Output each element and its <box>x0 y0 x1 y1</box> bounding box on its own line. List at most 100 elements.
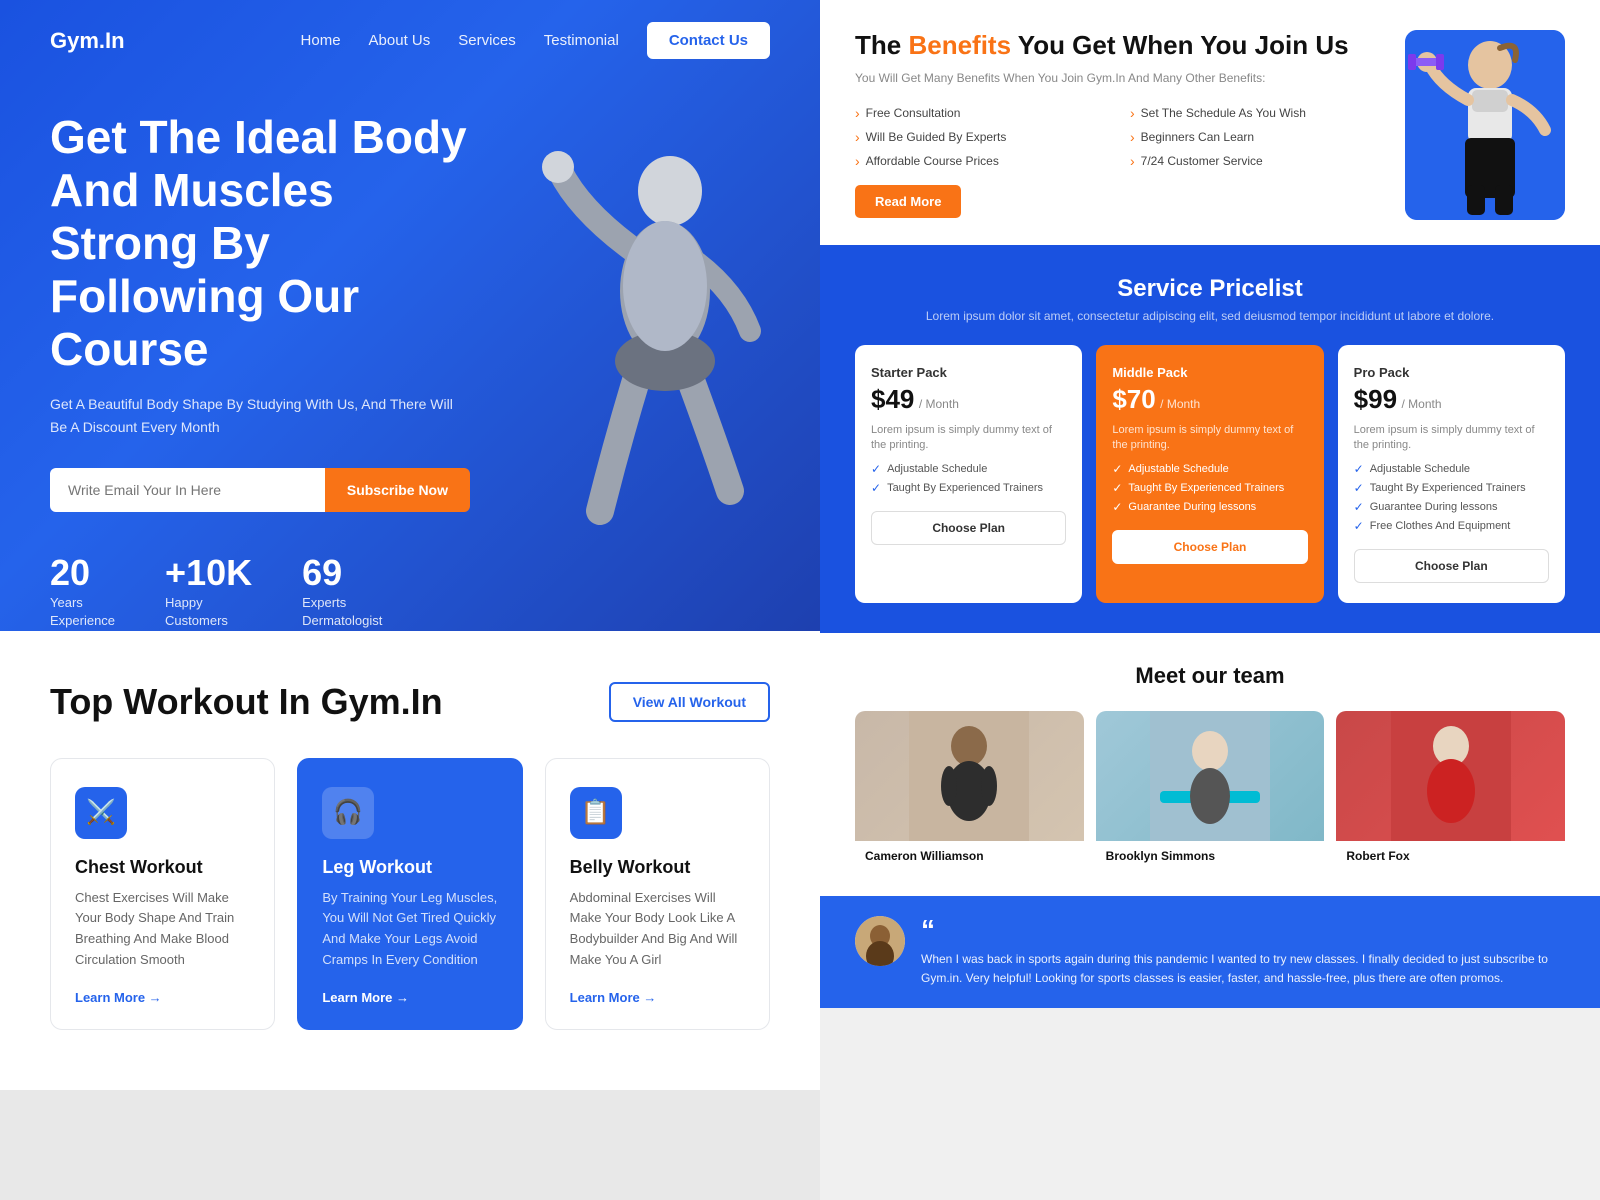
benefits-highlight: Benefits <box>908 30 1011 60</box>
workout-card-chest: ⚔️ Chest Workout Chest Exercises Will Ma… <box>50 758 275 1030</box>
stat-years-number: 20 <box>50 552 115 594</box>
belly-icon: 📋 <box>581 798 611 827</box>
middle-choose-plan-button[interactable]: Choose Plan <box>1112 530 1307 564</box>
pro-feature-1: ✓Adjustable Schedule <box>1354 462 1549 476</box>
site-logo: Gym.In <box>50 28 125 54</box>
nav-contact-button[interactable]: Contact Us <box>647 22 770 59</box>
middle-features: ✓Adjustable Schedule ✓Taught By Experien… <box>1112 462 1307 514</box>
pro-check-1: ✓ <box>1354 462 1364 476</box>
testimonial-text: When I was back in sports again during t… <box>921 950 1565 988</box>
benefits-title: The Benefits You Get When You Join Us <box>855 30 1385 61</box>
pricing-section: Service Pricelist Lorem ipsum dolor sit … <box>820 245 1600 633</box>
stat-experts: 69 ExpertsDermatologist <box>302 552 382 630</box>
robert-photo <box>1336 711 1565 841</box>
middle-check-2: ✓ <box>1112 481 1122 495</box>
benefit-label-6: 7/24 Customer Service <box>1141 154 1263 168</box>
view-all-workout-button[interactable]: View All Workout <box>609 682 770 722</box>
pro-check-3: ✓ <box>1354 500 1364 514</box>
price-card-starter: Starter Pack $49 / Month Lorem ipsum is … <box>855 345 1082 603</box>
nav-about[interactable]: About Us <box>369 32 431 49</box>
check-icon-3: › <box>855 129 860 145</box>
hero-stats: 20 YearsExperience +10K HappyCustomers 6… <box>50 552 470 630</box>
benefits-image <box>1405 30 1565 220</box>
workout-card-leg: 🎧 Leg Workout By Training Your Leg Muscl… <box>297 758 522 1030</box>
benefit-label-2: Set The Schedule As You Wish <box>1141 106 1306 120</box>
pro-choose-plan-button[interactable]: Choose Plan <box>1354 549 1549 583</box>
leg-workout-title: Leg Workout <box>322 857 497 878</box>
middle-check-3: ✓ <box>1112 500 1122 514</box>
team-card-robert: Robert Fox <box>1336 711 1565 871</box>
benefit-label-5: Affordable Course Prices <box>866 154 999 168</box>
hero-title: Get The Ideal Body And Muscles Strong By… <box>50 111 470 375</box>
subscribe-button[interactable]: Subscribe Now <box>325 468 470 512</box>
stat-customers-label: HappyCustomers <box>165 594 252 630</box>
middle-price-row: $70 / Month <box>1112 384 1307 415</box>
email-input[interactable] <box>50 468 325 512</box>
pro-price-amount: $99 <box>1354 384 1397 414</box>
benefit-4: › Beginners Can Learn <box>1130 129 1385 145</box>
leg-learn-more[interactable]: Learn More → <box>322 990 409 1005</box>
workout-cards: ⚔️ Chest Workout Chest Exercises Will Ma… <box>50 758 770 1030</box>
middle-check-1: ✓ <box>1112 462 1122 476</box>
stat-years: 20 YearsExperience <box>50 552 115 630</box>
starter-feature-2: ✓Taught By Experienced Trainers <box>871 481 1066 495</box>
benefit-label-3: Will Be Guided By Experts <box>866 130 1007 144</box>
pro-feature-2: ✓Taught By Experienced Trainers <box>1354 481 1549 495</box>
pro-features: ✓Adjustable Schedule ✓Taught By Experien… <box>1354 462 1549 533</box>
nav-home[interactable]: Home <box>301 32 341 49</box>
stat-years-label: YearsExperience <box>50 594 115 630</box>
check-icon-5: › <box>855 153 860 169</box>
check-icon-4: › <box>1130 129 1135 145</box>
starter-check-1: ✓ <box>871 462 881 476</box>
starter-price-amount: $49 <box>871 384 914 414</box>
check-icon-1: › <box>855 105 860 121</box>
hero-email-form: Subscribe Now <box>50 468 470 512</box>
pro-check-2: ✓ <box>1354 481 1364 495</box>
starter-price-period: / Month <box>919 397 959 411</box>
brooklyn-photo <box>1096 711 1325 841</box>
starter-feature-1: ✓Adjustable Schedule <box>871 462 1066 476</box>
pro-pack-name: Pro Pack <box>1354 365 1549 380</box>
starter-check-2: ✓ <box>871 481 881 495</box>
benefit-label-4: Beginners Can Learn <box>1141 130 1254 144</box>
team-cards: Cameron Williamson Brooklyn Simmons <box>855 711 1565 871</box>
stat-customers: +10K HappyCustomers <box>165 552 252 630</box>
benefits-subtitle: You Will Get Many Benefits When You Join… <box>855 69 1385 87</box>
chest-workout-title: Chest Workout <box>75 857 250 878</box>
nav-services[interactable]: Services <box>458 32 516 49</box>
benefit-3: › Will Be Guided By Experts <box>855 129 1110 145</box>
benefits-section: The Benefits You Get When You Join Us Yo… <box>820 0 1600 245</box>
robert-name: Robert Fox <box>1336 841 1565 871</box>
middle-feature-2: ✓Taught By Experienced Trainers <box>1112 481 1307 495</box>
cameron-name: Cameron Williamson <box>855 841 1084 871</box>
chest-workout-icon-box: ⚔️ <box>75 787 127 839</box>
pro-feature-4: ✓Free Clothes And Equipment <box>1354 519 1549 533</box>
workout-header: Top Workout In Gym.In View All Workout <box>50 681 770 723</box>
nav-testimonial[interactable]: Testimonial <box>544 32 619 49</box>
middle-feature-1: ✓Adjustable Schedule <box>1112 462 1307 476</box>
belly-workout-icon-box: 📋 <box>570 787 622 839</box>
read-more-button[interactable]: Read More <box>855 185 961 218</box>
benefits-grid: › Free Consultation › Set The Schedule A… <box>855 105 1385 169</box>
starter-choose-plan-button[interactable]: Choose Plan <box>871 511 1066 545</box>
pro-check-4: ✓ <box>1354 519 1364 533</box>
chest-workout-desc: Chest Exercises Will Make Your Body Shap… <box>75 888 250 971</box>
chest-learn-more[interactable]: Learn More → <box>75 990 162 1005</box>
pricing-subtitle: Lorem ipsum dolor sit amet, consectetur … <box>855 309 1565 323</box>
workout-section-title: Top Workout In Gym.In <box>50 681 443 723</box>
middle-desc: Lorem ipsum is simply dummy text of the … <box>1112 423 1307 454</box>
pro-feature-3: ✓Guarantee During lessons <box>1354 500 1549 514</box>
starter-features: ✓Adjustable Schedule ✓Taught By Experien… <box>871 462 1066 495</box>
pricing-title: Service Pricelist <box>855 275 1565 303</box>
middle-price-period: / Month <box>1160 397 1200 411</box>
starter-desc: Lorem ipsum is simply dummy text of the … <box>871 423 1066 454</box>
benefit-label-1: Free Consultation <box>866 106 961 120</box>
price-card-pro: Pro Pack $99 / Month Lorem ipsum is simp… <box>1338 345 1565 603</box>
leg-workout-icon-box: 🎧 <box>322 787 374 839</box>
check-icon-2: › <box>1130 105 1135 121</box>
quote-mark: “ <box>921 916 1565 944</box>
belly-learn-more[interactable]: Learn More → <box>570 990 657 1005</box>
team-title: Meet our team <box>855 663 1565 689</box>
leg-icon: 🎧 <box>333 798 363 827</box>
cameron-photo <box>855 711 1084 841</box>
